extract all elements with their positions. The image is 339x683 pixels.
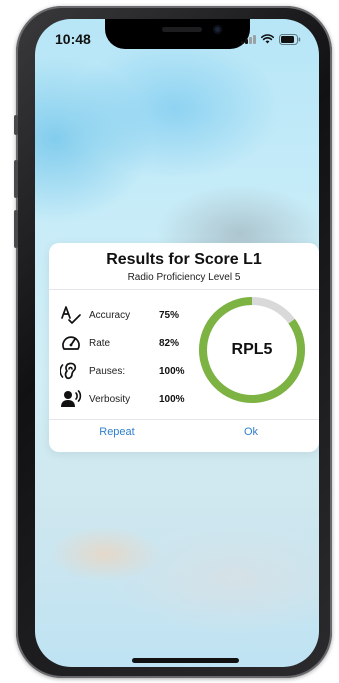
score-label: RPL5 [231, 341, 273, 358]
speaking-person-icon [59, 389, 83, 409]
dialog-subtitle: Radio Proficiency Level 5 [127, 272, 241, 283]
metric-value: 82% [159, 337, 180, 349]
metric-label: Pauses: [89, 365, 126, 377]
home-indicator[interactable] [132, 658, 239, 663]
wifi-icon [261, 34, 274, 44]
metric-label: Accuracy [89, 309, 131, 321]
notch [105, 19, 250, 49]
score-ring: RPL5 [197, 295, 307, 405]
speaker-grille [162, 27, 202, 32]
volume-down-button [14, 210, 18, 248]
screen: 10:48 Results for Score L1 Radio Profici… [35, 19, 319, 667]
divider [49, 419, 319, 420]
ok-button[interactable]: Ok [201, 426, 301, 438]
repeat-button[interactable]: Repeat [67, 426, 167, 438]
status-time: 10:48 [55, 31, 91, 47]
results-dialog: Results for Score L1 Radio Proficiency L… [49, 243, 319, 452]
metric-row-rate: Rate 82% [59, 333, 179, 353]
camera-icon [213, 25, 222, 34]
divider [49, 289, 319, 290]
dialog-title: Results for Score L1 [106, 251, 262, 268]
metric-value: 75% [159, 309, 180, 321]
metric-label: Verbosity [89, 393, 131, 405]
spell-check-icon [59, 305, 83, 325]
metric-value: 100% [159, 393, 185, 405]
metric-value: 100% [159, 365, 185, 377]
metric-row-pauses: Pauses: 100% [59, 361, 185, 381]
side-button [14, 115, 18, 135]
signal-icon [241, 34, 256, 44]
metric-row-accuracy: Accuracy 75% [59, 305, 179, 325]
battery-icon [279, 33, 301, 45]
ear-icon [59, 361, 83, 381]
speedometer-icon [59, 333, 83, 353]
volume-up-button [14, 160, 18, 198]
metric-label: Rate [89, 337, 111, 349]
metric-row-verbosity: Verbosity 100% [59, 389, 185, 409]
status-icons [241, 33, 301, 45]
